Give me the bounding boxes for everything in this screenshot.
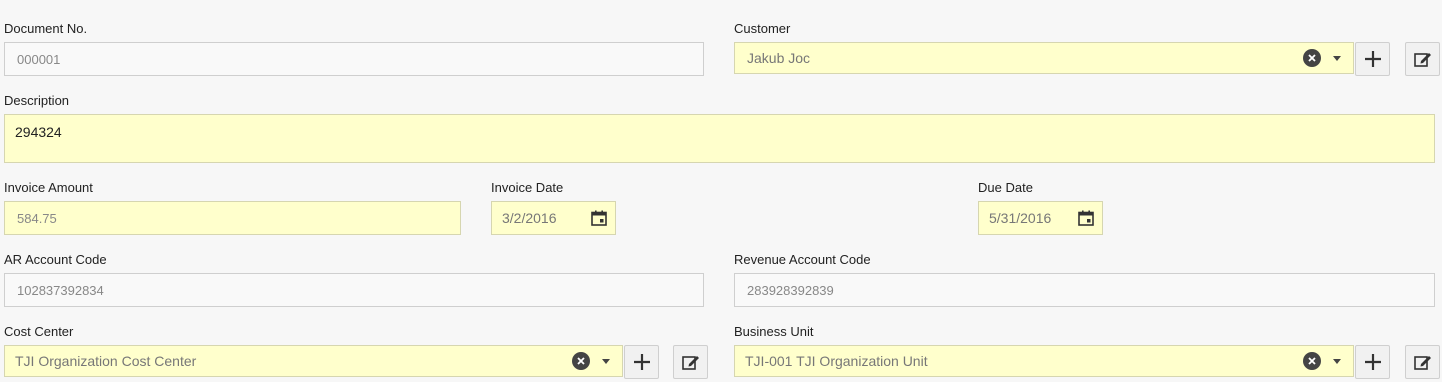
- invoice-amount-label: Invoice Amount: [4, 180, 93, 195]
- customer-label: Customer: [734, 21, 791, 36]
- revenue-account-code-value: 283928392839: [747, 282, 834, 298]
- invoice-amount-field[interactable]: 584.75: [4, 201, 461, 235]
- dropdown-caret-icon[interactable]: [1333, 358, 1341, 364]
- ar-account-code-field[interactable]: 102837392834: [4, 273, 704, 307]
- due-date-label: Due Date: [978, 180, 1033, 195]
- ar-account-code-value: 102837392834: [17, 282, 104, 298]
- business-unit-label: Business Unit: [734, 324, 814, 339]
- plus-icon: [1364, 51, 1381, 67]
- plus-icon: [1364, 354, 1381, 370]
- cost-center-label: Cost Center: [4, 324, 74, 339]
- invoice-amount-value: 584.75: [17, 210, 57, 226]
- description-field[interactable]: 294324: [4, 114, 1435, 163]
- plus-icon: [633, 354, 650, 370]
- edit-icon: [1413, 356, 1431, 370]
- business-unit-value: TJI-001 TJI Organization Unit: [745, 353, 928, 369]
- edit-icon: [681, 356, 699, 370]
- dropdown-caret-icon[interactable]: [602, 358, 610, 364]
- document-no-field[interactable]: 000001: [4, 42, 704, 76]
- description-label: Description: [4, 93, 70, 108]
- clear-icon[interactable]: [1303, 49, 1321, 67]
- edit-business-unit-button[interactable]: [1405, 345, 1440, 379]
- edit-cost-center-button[interactable]: [673, 345, 708, 379]
- document-no-label: Document No.: [4, 21, 88, 36]
- add-customer-button[interactable]: [1355, 42, 1390, 76]
- customer-select[interactable]: Jakub Joc: [734, 42, 1354, 74]
- invoice-date-label: Invoice Date: [491, 180, 564, 195]
- cost-center-select[interactable]: TJI Organization Cost Center: [4, 345, 623, 377]
- clear-icon[interactable]: [1303, 352, 1321, 370]
- add-cost-center-button[interactable]: [624, 345, 659, 379]
- invoice-date-value: 3/2/2016: [502, 210, 557, 226]
- edit-customer-button[interactable]: [1405, 42, 1440, 76]
- edit-icon: [1413, 53, 1431, 67]
- calendar-icon[interactable]: [591, 210, 607, 226]
- customer-value: Jakub Joc: [747, 50, 811, 66]
- due-date-value: 5/31/2016: [989, 210, 1052, 226]
- revenue-account-code-field[interactable]: 283928392839: [734, 273, 1435, 307]
- add-business-unit-button[interactable]: [1355, 345, 1390, 379]
- revenue-account-code-label: Revenue Account Code: [734, 252, 871, 267]
- cost-center-value: TJI Organization Cost Center: [15, 353, 197, 369]
- due-date-field[interactable]: 5/31/2016: [978, 201, 1103, 235]
- dropdown-caret-icon[interactable]: [1333, 55, 1341, 61]
- description-value: 294324: [15, 124, 62, 140]
- business-unit-select[interactable]: TJI-001 TJI Organization Unit: [734, 345, 1354, 377]
- invoice-date-field[interactable]: 3/2/2016: [491, 201, 616, 235]
- ar-account-code-label: AR Account Code: [4, 252, 107, 267]
- document-no-value: 000001: [17, 51, 61, 67]
- clear-icon[interactable]: [572, 352, 590, 370]
- calendar-icon[interactable]: [1078, 210, 1094, 226]
